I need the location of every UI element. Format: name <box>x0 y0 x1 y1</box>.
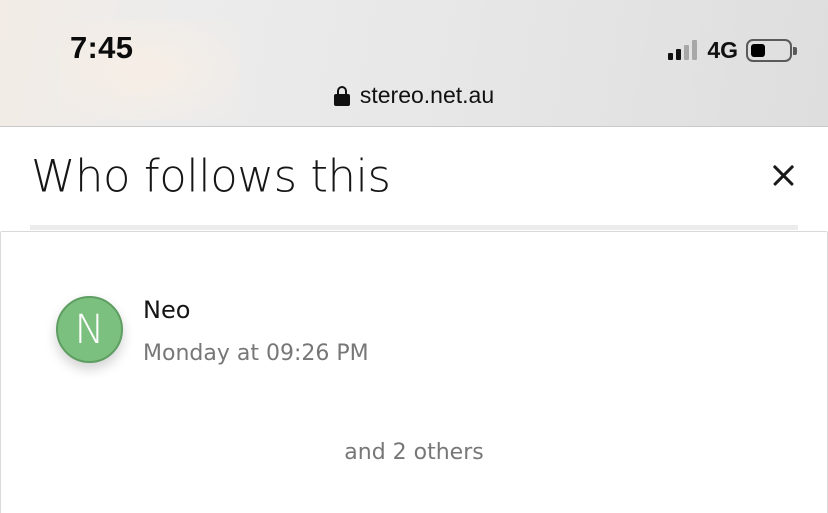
title-divider <box>30 225 798 230</box>
status-time: 7:45 <box>70 30 134 65</box>
follower-name[interactable]: Neo <box>143 296 190 324</box>
address-bar[interactable]: stereo.net.au <box>0 82 828 109</box>
url-domain: stereo.net.au <box>359 82 495 108</box>
followers-panel <box>0 231 828 513</box>
status-indicators: 4G <box>668 36 797 63</box>
avatar[interactable]: N <box>56 296 123 363</box>
dialog-title: Who follows this <box>31 150 391 203</box>
network-type: 4G <box>707 36 738 63</box>
battery-icon <box>746 38 797 62</box>
signal-icon <box>668 40 698 60</box>
close-icon[interactable] <box>766 158 802 194</box>
follower-timestamp: Monday at 09:26 PM <box>143 341 369 366</box>
browser-chrome: 7:45 4G stereo.net.au <box>0 0 828 127</box>
lock-icon <box>333 85 350 106</box>
others-count[interactable]: and 2 others <box>0 440 828 465</box>
